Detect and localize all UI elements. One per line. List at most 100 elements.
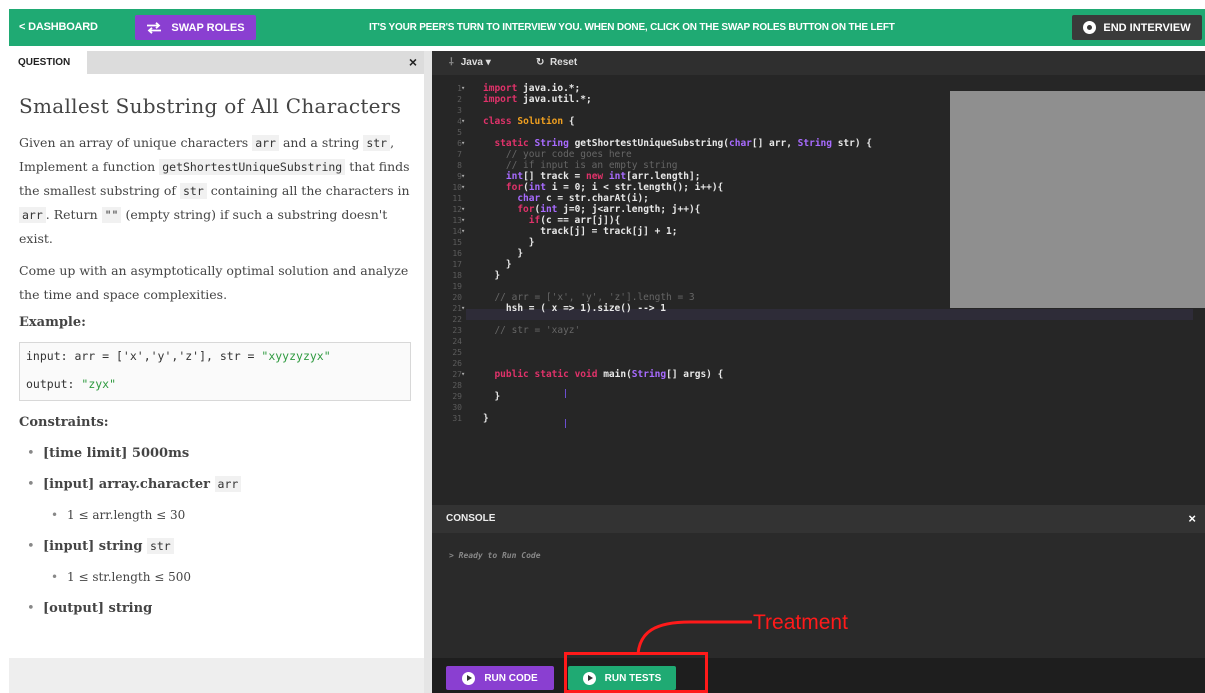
code-line: 27 ▾ public static void main(String[] arg… [432,369,1192,380]
code-text: class Solution { [483,116,575,127]
line-number: 13 [452,216,462,225]
line-number: 28 [452,381,462,390]
close-icon[interactable]: × [1188,511,1196,526]
annotation-highlight-box [564,652,708,693]
line-number: 12 [452,205,462,214]
code-text: int[] track = new int[arr.length]; [505,171,701,182]
fold-icon[interactable]: ▾ [461,116,465,127]
top-bar: < DASHBOARD SWAP ROLES IT'S YOUR PEER'S … [9,9,1205,46]
code-text: import java.io.*; [483,83,581,94]
list-item: [input] array.character arr 1 ≤ arr.leng… [19,469,414,531]
fold-icon[interactable]: ▾ [461,171,465,182]
code-line: 31} [432,413,1192,424]
line-number: 9 [457,172,462,181]
console-title: CONSOLE [446,513,496,524]
code-text: if(c == arr[j]){ [528,215,621,226]
line-number: 25 [452,348,462,357]
problem-complexity-note: Come up with an asymptotically optimal s… [19,263,409,302]
line-number: 7 [457,150,462,159]
constraints-list: [time limit] 5000ms [input] array.charac… [19,438,414,624]
panel-divider[interactable] [424,51,432,693]
list-item: [output] string [19,593,414,624]
line-number: 29 [452,392,462,401]
swap-roles-button[interactable]: SWAP ROLES [135,15,256,40]
line-number: 6 [457,139,462,148]
line-number: 1 [457,84,462,93]
code-text: // if input is an empty string [505,160,678,171]
code-text: } [483,259,512,270]
code-text: // str = 'xayz' [494,325,581,336]
reset-button[interactable]: ↻ Reset [536,51,577,75]
line-number: 4 [457,117,462,126]
video-feed [950,91,1205,308]
tab-question[interactable]: QUESTION [9,51,87,74]
line-number: 23 [452,326,462,335]
code-text: } [483,391,501,402]
code-text: public static void main(String[] args) { [494,369,724,380]
end-interview-label: END INTERVIEW [1103,21,1191,34]
line-number: 17 [452,260,462,269]
code-line: 23 // str = 'xayz' [432,325,1192,336]
constraints-heading: Constraints: [19,415,109,430]
chevron-down-icon: ▾ [485,57,491,68]
code-text: import java.util.*; [483,94,592,105]
line-number: 24 [452,337,462,346]
line-number: 11 [452,194,462,203]
problem-title: Smallest Substring of All Characters [19,94,402,118]
annotation-arrow [636,620,752,655]
code-area[interactable]: 1 ▾ import java.io.*; 2 import java.util.*; 3… [432,81,1205,505]
line-number: 31 [452,414,462,423]
code-text: hsh = ( x => 1).size() --> 1 [483,303,667,314]
code-line: 28 [432,380,1192,391]
dashboard-link[interactable]: < DASHBOARD [19,9,98,46]
peer-cursor [565,419,566,428]
code-text: } [483,270,501,281]
line-number: 3 [457,106,462,115]
code-text: // arr = ['x', 'y', 'z'].length = 3 [494,292,695,303]
line-number: 5 [457,128,462,137]
run-bar: RUN CODE RUN TESTS [432,658,1205,693]
fold-icon[interactable]: ▾ [461,303,465,314]
fold-icon[interactable]: ▾ [461,138,465,149]
problem-description: Given an array of unique characters arr … [19,135,410,246]
end-interview-button[interactable]: END INTERVIEW [1072,15,1202,40]
code-line: 24 [432,336,1192,347]
question-panel: QUESTION × Smallest Substring of All Cha… [9,51,424,693]
fold-icon[interactable]: ▾ [461,204,465,215]
list-item: 1 ≤ arr.length ≤ 30 [43,500,414,531]
code-editor-panel: ⸸ Java ▾ ↻ Reset 1 ▾ import java.io.*; 2 impo… [432,51,1205,693]
fold-icon[interactable]: ▾ [461,369,465,380]
line-number: 10 [452,183,462,192]
code-text: // your code goes here [505,149,632,160]
fold-icon[interactable]: ▾ [461,83,465,94]
language-select[interactable]: ⸸ Java ▾ [449,51,491,75]
fold-icon[interactable]: ▾ [461,182,465,193]
fold-icon[interactable]: ▾ [461,215,465,226]
line-number: 20 [452,293,462,302]
run-code-button[interactable]: RUN CODE [446,666,554,690]
example-heading: Example: [19,315,86,330]
language-icon: ⸸ [449,57,454,68]
code-line: 22 [432,314,1192,325]
question-tab-bar: QUESTION × [9,51,424,74]
list-item: [time limit] 5000ms [19,438,414,469]
peer-cursor [565,389,566,398]
code-text: static String getShortestUniqueSubstring… [494,138,873,149]
line-number: 19 [452,282,462,291]
close-icon[interactable]: × [405,54,421,70]
code-text: } [483,237,535,248]
code-text: for(int i = 0; i < str.length(); i++){ [505,182,724,193]
line-number: 16 [452,249,462,258]
code-text: char c = str.charAt(i); [517,193,649,204]
editor-toolbar: ⸸ Java ▾ ↻ Reset [432,51,1205,75]
code-line: 25 [432,347,1192,358]
code-line: 29 } [432,391,1192,402]
line-number: 27 [452,370,462,379]
list-item: [input] string str 1 ≤ str.length ≤ 500 [19,531,414,593]
line-number: 22 [452,315,462,324]
annotation-label: Treatment [753,611,848,634]
list-item: 1 ≤ str.length ≤ 500 [43,562,414,593]
code-text: } [483,413,489,424]
fold-icon[interactable]: ▾ [461,226,465,237]
example-input: input: arr = ['x','y','z'], str = "xyyzy… [26,349,331,363]
